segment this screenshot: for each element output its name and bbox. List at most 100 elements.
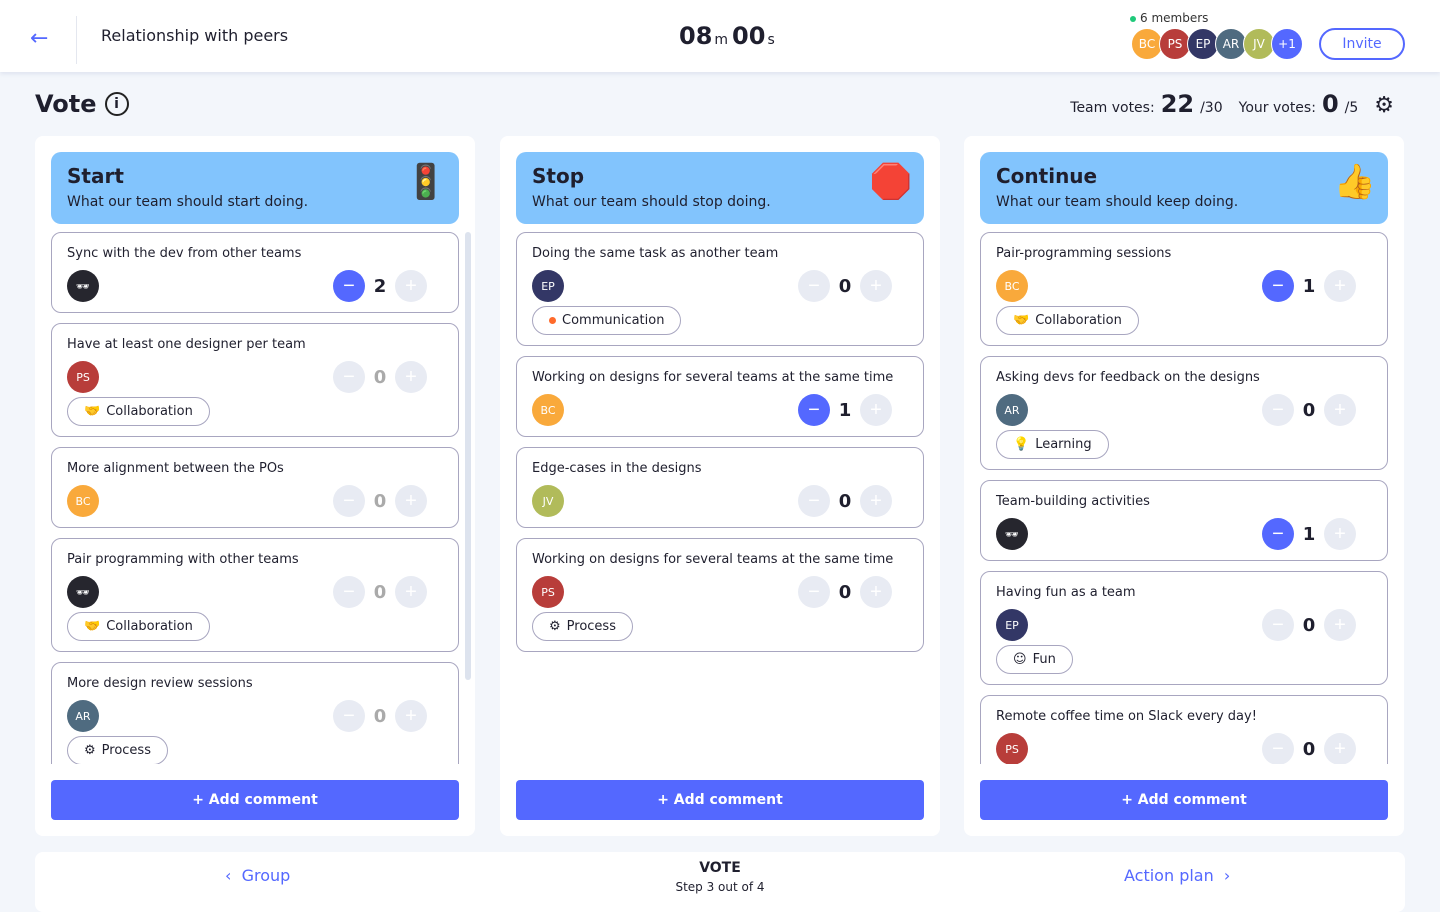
comment-card: Have at least one designer per team PS −… (51, 323, 459, 437)
comment-card: More alignment between the POs BC −0 + (51, 447, 459, 528)
remove-vote-button[interactable]: − (333, 485, 365, 517)
add-vote-button[interactable]: + (1324, 733, 1356, 764)
lightbulb-icon: 💡 (1013, 437, 1030, 452)
avatar[interactable]: +1 (1271, 28, 1303, 60)
add-vote-button[interactable]: + (395, 361, 427, 393)
add-vote-button[interactable]: + (860, 270, 892, 302)
column-title: Stop (532, 164, 585, 188)
timer: 08 m 00 s (679, 22, 779, 50)
add-vote-button[interactable]: + (395, 485, 427, 517)
remove-vote-button[interactable]: − (798, 270, 830, 302)
comment-text: Team-building activities (996, 494, 1150, 509)
comment-text: Working on designs for several teams at … (532, 370, 894, 385)
author-avatar: JV (532, 485, 564, 517)
add-comment-button[interactable]: + Add comment (980, 780, 1388, 820)
add-comment-button[interactable]: + Add comment (51, 780, 459, 820)
vote-count: 0 (373, 366, 387, 388)
category-tag[interactable]: 🤝 Collaboration (996, 306, 1139, 335)
category-tag[interactable]: ☺ Fun (996, 645, 1073, 674)
gear-icon: ⚙ (84, 743, 96, 758)
card-list: Sync with the dev from other teams 🕶 −2 +… (51, 232, 459, 764)
comment-text: More design review sessions (67, 676, 253, 691)
category-tag[interactable]: 💡 Learning (996, 430, 1109, 459)
remove-vote-button[interactable]: − (1262, 733, 1294, 764)
chevron-right-icon: › (1223, 866, 1231, 885)
category-tag[interactable]: 🤝 Collaboration (67, 397, 210, 426)
remove-vote-button[interactable]: − (798, 576, 830, 608)
remove-vote-button[interactable]: − (1262, 270, 1294, 302)
add-vote-button[interactable]: + (860, 485, 892, 517)
add-vote-button[interactable]: + (860, 576, 892, 608)
remove-vote-button[interactable]: − (333, 576, 365, 608)
comment-card: More design review sessions AR −0 + ⚙ Proce… (51, 662, 459, 764)
comment-text: Asking devs for feedback on the designs (996, 370, 1260, 385)
vote-count: 0 (1302, 399, 1316, 421)
add-vote-button[interactable]: + (395, 576, 427, 608)
divider (76, 16, 77, 64)
vote-count: 1 (838, 399, 852, 421)
comment-text: More alignment between the POs (67, 461, 284, 476)
members-label: 6 members (1140, 11, 1209, 25)
team-votes-label: Team votes: (1070, 100, 1155, 116)
card-list: Doing the same task as another team EP −… (516, 232, 924, 764)
add-vote-button[interactable]: + (395, 700, 427, 732)
settings-gear-icon[interactable]: ⚙ (1374, 93, 1394, 118)
column-subtitle: What our team should start doing. (67, 194, 309, 210)
tag-label: Process (101, 743, 151, 758)
page-title-text: Vote (35, 90, 97, 118)
author-avatar: BC (67, 485, 99, 517)
add-vote-button[interactable]: + (1324, 518, 1356, 550)
remove-vote-button[interactable]: − (798, 485, 830, 517)
scrollbar[interactable] (465, 232, 471, 680)
members-count: 6 members (1130, 11, 1208, 25)
add-vote-button[interactable]: + (860, 394, 892, 426)
remove-vote-button[interactable]: − (1262, 394, 1294, 426)
comment-card: Having fun as a team EP −0 + ☺ Fun (980, 571, 1388, 685)
tag-label: Collaboration (106, 619, 193, 634)
add-vote-button[interactable]: + (395, 270, 427, 302)
remove-vote-button[interactable]: − (333, 361, 365, 393)
vote-count: 0 (1302, 738, 1316, 760)
add-vote-button[interactable]: + (1324, 270, 1356, 302)
online-dot-icon (1130, 15, 1136, 22)
comment-text: Having fun as a team (996, 585, 1136, 600)
remove-vote-button[interactable]: − (333, 270, 365, 302)
remove-vote-button[interactable]: − (333, 700, 365, 732)
comment-card: Working on designs for several teams at … (516, 538, 924, 652)
vote-count: 1 (1302, 275, 1316, 297)
member-avatars: BC PS EP AR JV +1 (1131, 28, 1303, 60)
top-bar: ← Relationship with peers 08 m 00 s 6 membe… (0, 0, 1440, 72)
add-vote-button[interactable]: + (1324, 609, 1356, 641)
vote-count: 0 (838, 490, 852, 512)
remove-vote-button[interactable]: − (1262, 518, 1294, 550)
remove-vote-button[interactable]: − (1262, 609, 1294, 641)
step-subtitle: Step 3 out of 4 (675, 880, 765, 894)
back-arrow-icon[interactable]: ← (30, 26, 48, 51)
page-title: Vote i (35, 90, 129, 118)
category-tag[interactable]: ⚙ Process (532, 612, 633, 641)
comment-card: Asking devs for feedback on the designs … (980, 356, 1388, 470)
team-votes-value: 22 (1160, 90, 1195, 118)
info-icon[interactable]: i (104, 92, 129, 116)
handshake-icon: 🤝 (84, 404, 101, 419)
column-title: Continue (996, 164, 1098, 188)
next-step-label: Action plan (1124, 866, 1214, 885)
remove-vote-button[interactable]: − (798, 394, 830, 426)
comment-text: Working on designs for several teams at … (532, 552, 894, 567)
prev-step-button[interactable]: ‹ Group (225, 866, 290, 885)
anonymous-icon: 🕶 (67, 576, 99, 608)
anonymous-icon: 🕶 (996, 518, 1028, 550)
add-comment-button[interactable]: + Add comment (516, 780, 924, 820)
author-avatar: BC (996, 270, 1028, 302)
category-tag[interactable]: ⚙ Process (67, 736, 168, 764)
author-avatar: BC (532, 394, 564, 426)
category-tag[interactable]: Communication (532, 306, 682, 335)
add-vote-button[interactable]: + (1324, 394, 1356, 426)
anonymous-icon: 🕶 (67, 270, 99, 302)
next-step-button[interactable]: Action plan › (1124, 866, 1230, 885)
comment-text: Sync with the dev from other teams (67, 246, 302, 261)
category-tag[interactable]: 🤝 Collaboration (67, 612, 210, 641)
invite-button[interactable]: Invite (1319, 28, 1405, 60)
comment-text: Edge-cases in the designs (532, 461, 702, 476)
author-avatar: PS (996, 733, 1028, 764)
